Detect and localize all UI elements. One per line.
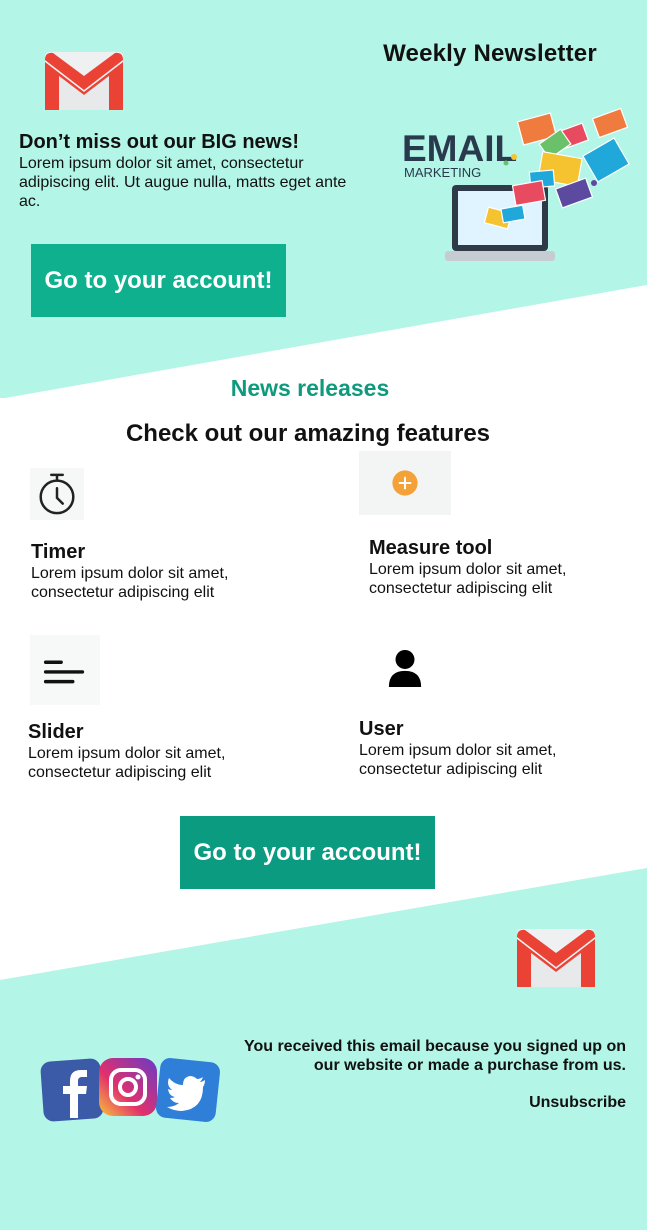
- email-word: EMAIL: [402, 128, 517, 169]
- go-to-account-button-bottom[interactable]: Go to your account!: [180, 816, 435, 889]
- gmail-logo-top: [43, 50, 125, 112]
- unsubscribe-link[interactable]: Unsubscribe: [529, 1094, 626, 1112]
- marketing-word: MARKETING: [404, 165, 481, 180]
- features-title: Check out our amazing features: [125, 420, 491, 447]
- feature-title-measure-tool: Measure tool: [369, 537, 493, 559]
- user-icon: [384, 645, 426, 691]
- menu-lines-icon: [30, 635, 100, 705]
- feature-title-user: User: [359, 718, 404, 740]
- news-releases-label: News releases: [230, 375, 390, 401]
- headline: Don’t miss out our BIG news!: [19, 131, 300, 153]
- feature-desc-timer: Lorem ipsum dolor sit amet, consectetur …: [31, 565, 229, 601]
- feature-desc-slider: Lorem ipsum dolor sit amet, consectetur …: [28, 745, 226, 781]
- feature-desc-measure-tool: Lorem ipsum dolor sit amet, consectetur …: [369, 561, 567, 597]
- feature-desc-user: Lorem ipsum dolor sit amet, consectetur …: [359, 742, 557, 778]
- add-icon: [359, 451, 451, 515]
- footer-notice: You received this email because you sign…: [243, 1038, 626, 1074]
- twitter-icon[interactable]: [155, 1056, 221, 1124]
- instagram-icon[interactable]: [97, 1056, 159, 1118]
- gmail-logo-bottom: [515, 927, 597, 989]
- timer-icon: [30, 468, 84, 520]
- intro-text: Lorem ipsum dolor sit amet, consectetur …: [19, 155, 347, 210]
- go-to-account-button[interactable]: Go to your account!: [31, 244, 286, 317]
- email-marketing-illustration: EMAIL MARKETING: [400, 105, 635, 267]
- newsletter-title: Weekly Newsletter: [383, 40, 597, 67]
- facebook-icon[interactable]: [40, 1056, 104, 1122]
- feature-title-timer: Timer: [31, 541, 86, 563]
- feature-title-slider: Slider: [28, 721, 84, 743]
